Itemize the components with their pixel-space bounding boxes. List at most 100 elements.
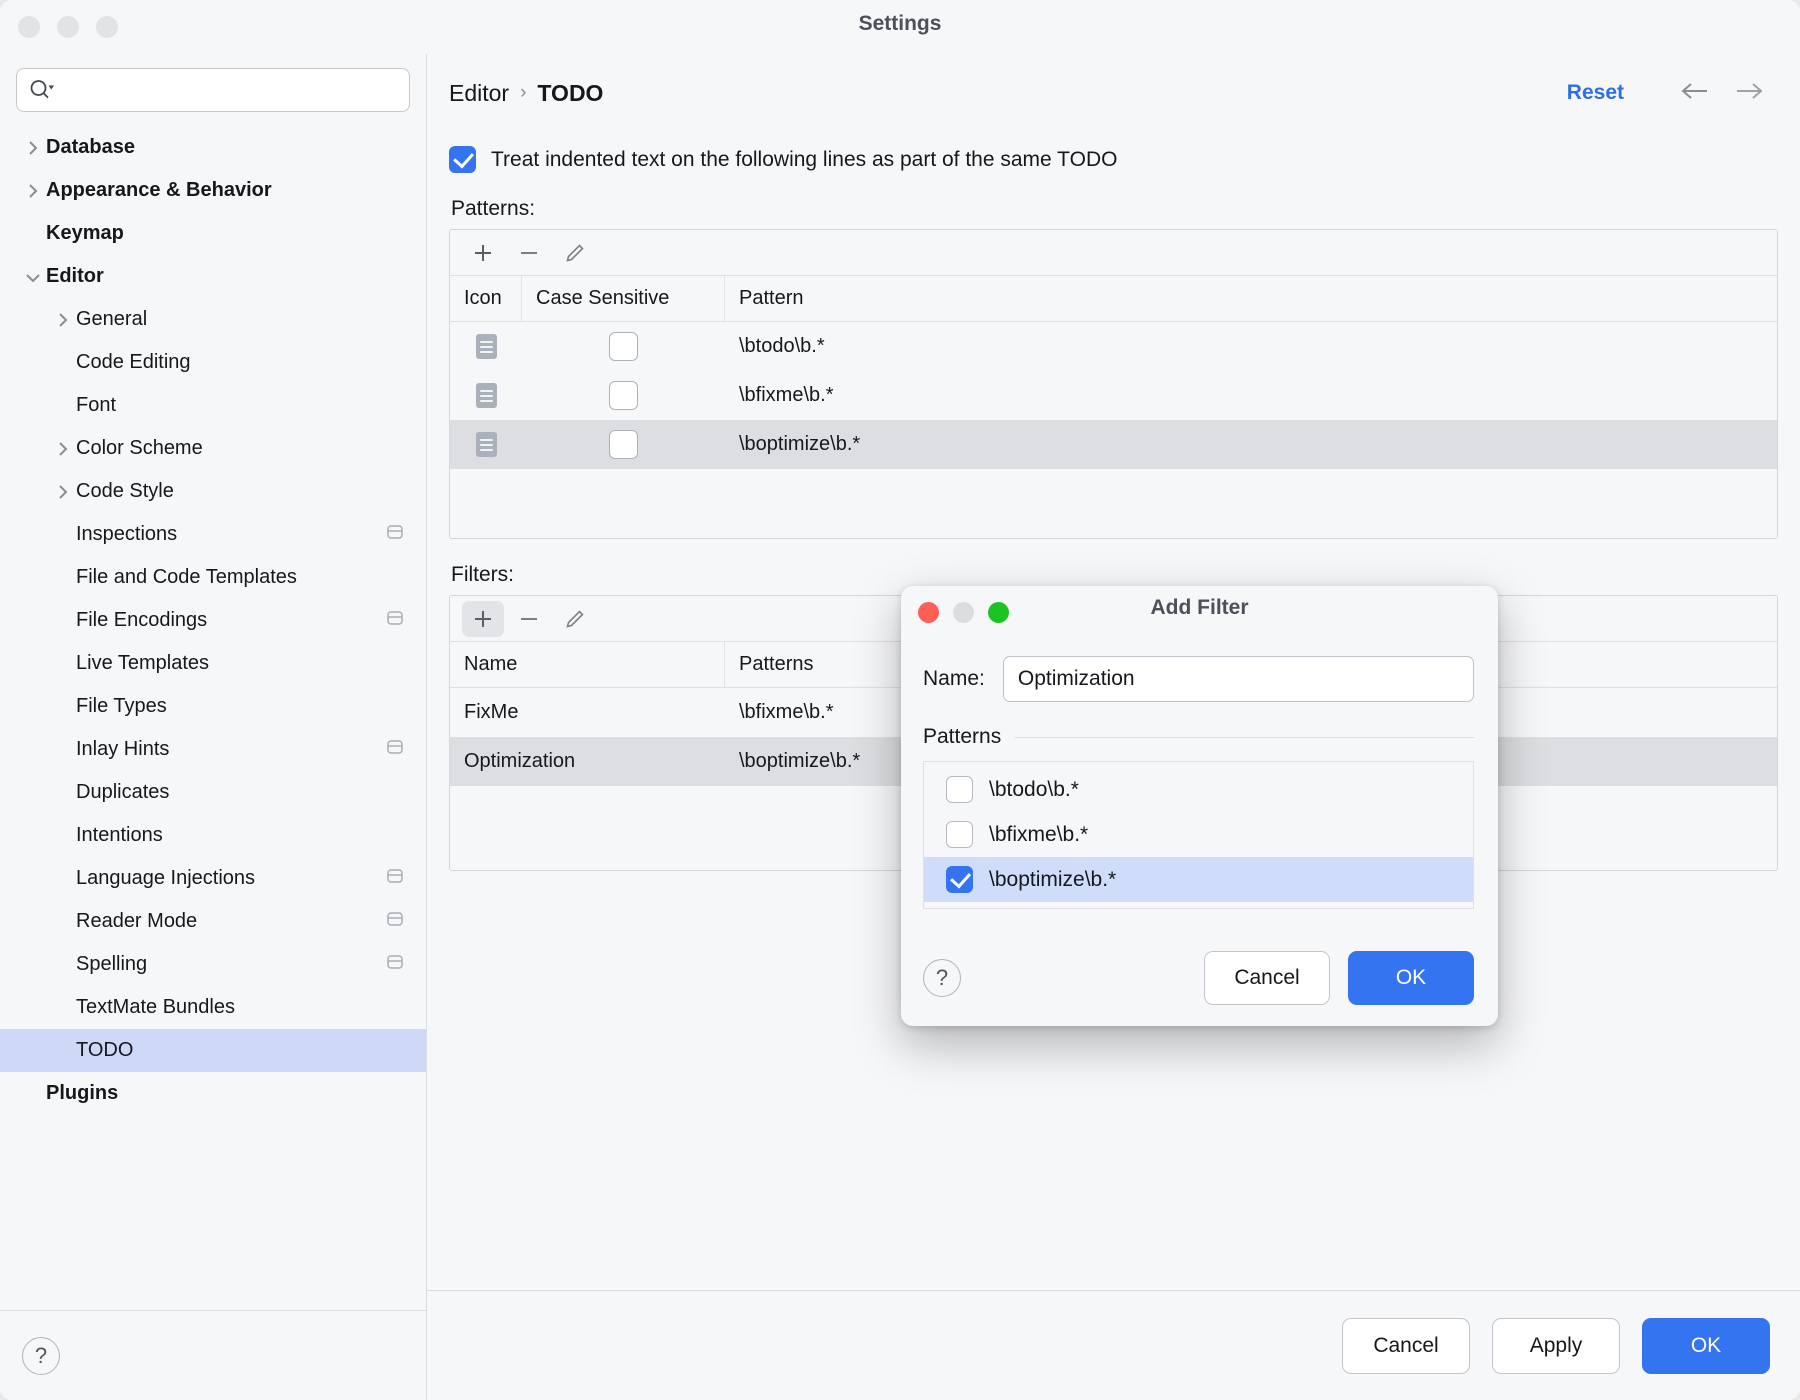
- dialog-pattern-row[interactable]: \bfixme\b.*: [924, 812, 1473, 857]
- pattern-row-case-sensitive-cell[interactable]: [522, 420, 725, 469]
- sidebar-item-code-style[interactable]: Code Style: [0, 470, 426, 513]
- todo-pattern-icon: [476, 334, 497, 359]
- sidebar-item-plugins[interactable]: Plugins: [0, 1072, 426, 1115]
- case-sensitive-checkbox[interactable]: [609, 430, 638, 459]
- sidebar-item-intentions[interactable]: Intentions: [0, 814, 426, 857]
- sidebar-item-label: Font: [76, 394, 116, 417]
- window-title: Settings: [0, 12, 1800, 36]
- dialog-name-label: Name:: [923, 667, 985, 691]
- sidebar-item-file-and-code-templates[interactable]: File and Code Templates: [0, 556, 426, 599]
- chevron-right-icon[interactable]: [20, 182, 46, 200]
- filters-col-name: Name: [450, 642, 725, 687]
- sidebar-item-general[interactable]: General: [0, 298, 426, 341]
- pattern-row-pattern-cell: \btodo\b.*: [725, 322, 1777, 371]
- ok-button[interactable]: OK: [1642, 1318, 1770, 1374]
- patterns-toolbar: [450, 230, 1777, 276]
- sidebar-item-color-scheme[interactable]: Color Scheme: [0, 427, 426, 470]
- window-body: Database Appearance & Behavior Keymap Edito…: [0, 54, 1800, 1400]
- chevron-right-icon[interactable]: [50, 311, 76, 329]
- indent-checkbox[interactable]: [449, 146, 476, 173]
- project-scope-icon: [384, 909, 406, 935]
- dialog-cancel-button[interactable]: Cancel: [1204, 951, 1330, 1005]
- patterns-table-row[interactable]: \btodo\b.*: [450, 322, 1777, 371]
- main-header: Editor › TODO Reset: [427, 54, 1800, 132]
- sidebar-item-keymap[interactable]: Keymap: [0, 212, 426, 255]
- settings-window: Settings DatabaseAppearance & BehaviorK: [0, 0, 1800, 1400]
- sidebar-item-language-injections[interactable]: Language Injections: [0, 857, 426, 900]
- sidebar-item-duplicates[interactable]: Duplicates: [0, 771, 426, 814]
- sidebar-item-appearance-behavior[interactable]: Appearance & Behavior: [0, 169, 426, 212]
- chevron-right-icon[interactable]: [50, 483, 76, 501]
- search-box[interactable]: [16, 68, 410, 112]
- reset-link[interactable]: Reset: [1567, 81, 1624, 105]
- indent-checkbox-row[interactable]: Treat indented text on the following lin…: [449, 146, 1778, 173]
- sidebar-item-file-types[interactable]: File Types: [0, 685, 426, 728]
- patterns-table-row[interactable]: \bfixme\b.*: [450, 371, 1777, 420]
- filters-remove-button[interactable]: [508, 601, 550, 637]
- dialog-pattern-label: \btodo\b.*: [989, 778, 1079, 802]
- pattern-row-pattern-cell: \bfixme\b.*: [725, 371, 1777, 420]
- sidebar-item-label: Code Style: [76, 480, 174, 503]
- case-sensitive-checkbox[interactable]: [609, 381, 638, 410]
- sidebar-item-label: File Types: [76, 695, 167, 718]
- dialog-footer: ? Cancel OK: [901, 930, 1498, 1026]
- dialog-name-input[interactable]: [1003, 656, 1474, 702]
- sidebar-item-code-editing[interactable]: Code Editing: [0, 341, 426, 384]
- project-scope-icon: [384, 737, 406, 763]
- sidebar-item-label: Spelling: [76, 953, 147, 976]
- sidebar-item-database[interactable]: Database: [0, 126, 426, 169]
- sidebar-item-file-encodings[interactable]: File Encodings: [0, 599, 426, 642]
- dialog-pattern-checkbox[interactable]: [946, 776, 973, 803]
- case-sensitive-checkbox[interactable]: [609, 332, 638, 361]
- sidebar-item-textmate-bundles[interactable]: TextMate Bundles: [0, 986, 426, 1029]
- sidebar-item-spelling[interactable]: Spelling: [0, 943, 426, 986]
- patterns-table-header: Icon Case Sensitive Pattern: [450, 276, 1777, 322]
- help-icon[interactable]: ?: [22, 1337, 60, 1375]
- patterns-table-row[interactable]: \boptimize\b.*: [450, 420, 1777, 469]
- dialog-title: Add Filter: [901, 596, 1498, 620]
- dialog-pattern-row[interactable]: \boptimize\b.*: [924, 857, 1473, 902]
- dialog-help-icon[interactable]: ?: [923, 959, 961, 997]
- project-scope-icon: [384, 952, 406, 978]
- sidebar-item-inlay-hints[interactable]: Inlay Hints: [0, 728, 426, 771]
- sidebar-item-live-templates[interactable]: Live Templates: [0, 642, 426, 685]
- project-scope-icon: [384, 608, 406, 634]
- sidebar-item-label: Editor: [46, 265, 104, 288]
- sidebar-footer: ?: [0, 1310, 426, 1400]
- patterns-edit-button[interactable]: [554, 235, 596, 271]
- sidebar-item-font[interactable]: Font: [0, 384, 426, 427]
- dialog-pattern-row[interactable]: \btodo\b.*: [924, 767, 1473, 812]
- sidebar-item-label: Code Editing: [76, 351, 191, 374]
- search-input[interactable]: [63, 80, 397, 101]
- sidebar-item-label: TODO: [76, 1039, 133, 1062]
- arrow-left-icon[interactable]: [1678, 78, 1712, 108]
- patterns-col-icon: Icon: [450, 276, 522, 321]
- dialog-pattern-checkbox[interactable]: [946, 821, 973, 848]
- filters-add-button[interactable]: [462, 601, 504, 637]
- patterns-add-button[interactable]: [462, 235, 504, 271]
- sidebar-item-label: Appearance & Behavior: [46, 179, 272, 202]
- dialog-ok-button[interactable]: OK: [1348, 951, 1474, 1005]
- pattern-row-case-sensitive-cell[interactable]: [522, 371, 725, 420]
- chevron-right-icon[interactable]: [20, 139, 46, 157]
- patterns-section-label: Patterns:: [451, 197, 1778, 221]
- sidebar-item-reader-mode[interactable]: Reader Mode: [0, 900, 426, 943]
- chevron-down-icon[interactable]: [20, 270, 46, 284]
- sidebar-item-label: Language Injections: [76, 867, 255, 890]
- settings-nav-list: Database Appearance & Behavior Keymap Edito…: [0, 122, 426, 1310]
- sidebar-item-editor[interactable]: Editor: [0, 255, 426, 298]
- sidebar-item-label: Database: [46, 136, 135, 159]
- patterns-col-pattern: Pattern: [725, 276, 1777, 321]
- arrow-right-icon[interactable]: [1732, 78, 1766, 108]
- filters-edit-button[interactable]: [554, 601, 596, 637]
- dialog-pattern-checkbox[interactable]: [946, 866, 973, 893]
- breadcrumb-item-editor[interactable]: Editor: [449, 80, 509, 107]
- cancel-button[interactable]: Cancel: [1342, 1318, 1470, 1374]
- apply-button[interactable]: Apply: [1492, 1318, 1620, 1374]
- sidebar-item-todo[interactable]: TODO: [0, 1029, 426, 1072]
- chevron-right-icon[interactable]: [50, 440, 76, 458]
- sidebar-item-inspections[interactable]: Inspections: [0, 513, 426, 556]
- patterns-remove-button[interactable]: [508, 235, 550, 271]
- pattern-row-pattern-cell: \boptimize\b.*: [725, 420, 1777, 469]
- pattern-row-case-sensitive-cell[interactable]: [522, 322, 725, 371]
